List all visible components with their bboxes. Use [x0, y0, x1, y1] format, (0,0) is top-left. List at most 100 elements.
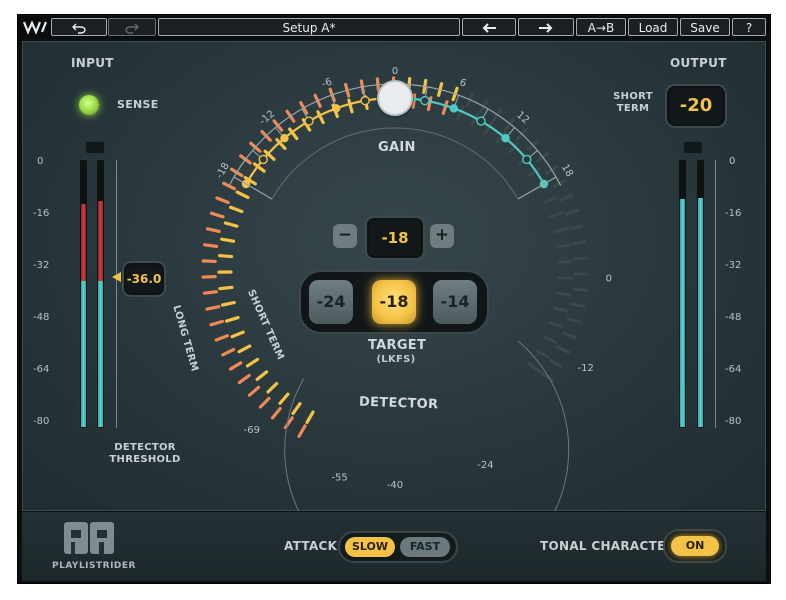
- gain-arc-dot: [331, 104, 341, 113]
- gain-plus-button[interactable]: +: [430, 224, 454, 248]
- undo-icon: [72, 23, 86, 34]
- detector-tick-label: 0: [606, 273, 612, 284]
- detector-short-term-led: [557, 275, 573, 280]
- gain-knob-handle[interactable]: [377, 80, 413, 116]
- detector-short-term-led: [555, 291, 571, 297]
- detector-inner-guide: [284, 340, 570, 512]
- gain-arc-dot: [449, 104, 459, 113]
- detector-short-term-led: [230, 330, 245, 339]
- attack-label: ATTACK: [284, 539, 338, 553]
- help-button[interactable]: ?: [732, 18, 766, 36]
- detector-long-term-led: [205, 227, 221, 234]
- detector-long-term-led: [203, 243, 219, 248]
- undo-button[interactable]: [51, 18, 107, 36]
- detector-short-term-led: [552, 227, 568, 234]
- redo-icon: [125, 23, 139, 34]
- detector-long-term-led: [237, 373, 251, 385]
- toolbar: Setup A* A→B Load Save ?: [18, 15, 770, 39]
- detector-short-term-led: [552, 306, 568, 313]
- gain-tick-label: -6: [321, 77, 334, 91]
- detector-short-term-led: [548, 211, 564, 219]
- target-label: TARGET: [368, 338, 427, 353]
- attack-fast-button[interactable]: FAST: [400, 537, 450, 557]
- gain-arc-tick: [482, 108, 489, 118]
- detector-label: DETECTOR: [358, 394, 439, 413]
- arrow-right-icon: [539, 23, 553, 33]
- detector-short-term-led: [527, 362, 541, 373]
- detector-long-term-led: [564, 208, 580, 216]
- detector-long-term-led: [573, 256, 589, 261]
- detector-long-term-led: [270, 406, 282, 420]
- prev-preset-button[interactable]: [462, 18, 516, 36]
- next-preset-button[interactable]: [518, 18, 574, 36]
- detector-tick-label: -69: [244, 425, 260, 436]
- tonal-character-label: TONAL CHARACTER: [540, 539, 676, 553]
- detector-long-term-led: [571, 240, 587, 246]
- detector-short-term-led: [224, 315, 240, 323]
- detector-short-term-led: [557, 259, 573, 264]
- detector-tick-label: -40: [387, 480, 403, 491]
- plugin-window: Setup A* A→B Load Save ? INPUT SENSE 0 -…: [17, 14, 771, 584]
- detector-long-term-led: [209, 319, 225, 327]
- detector-tick-label: -24: [477, 460, 493, 471]
- detector-short-term-led: [542, 335, 558, 344]
- detector-long-term-led: [258, 396, 271, 409]
- target-option-18[interactable]: -18: [372, 280, 416, 324]
- gain-arc-dot: [360, 95, 370, 106]
- detector-long-term-led: [221, 347, 236, 357]
- detector-short-term-led: [223, 221, 239, 228]
- load-button[interactable]: Load: [628, 18, 678, 36]
- detector-short-term-led: [542, 195, 557, 205]
- ab-compare-button[interactable]: A→B: [576, 18, 626, 36]
- detector-long-term-led: [568, 224, 584, 231]
- detector-short-term-led: [245, 357, 260, 368]
- attack-slow-button[interactable]: SLOW: [345, 537, 395, 557]
- detector-short-term-led: [441, 100, 449, 115]
- detector-long-term-led: [570, 302, 586, 308]
- target-option-24[interactable]: -24: [309, 280, 353, 324]
- detector-short-term-led: [347, 98, 354, 114]
- gain-tick-label: -12: [258, 108, 278, 127]
- detector-long-term-led: [209, 211, 225, 219]
- detector-short-term-led: [237, 344, 252, 354]
- tonal-character-on-button[interactable]: ON: [671, 536, 719, 556]
- gain-tick-label: 18: [559, 162, 575, 179]
- gain-arc-end: [233, 176, 273, 200]
- gain-tick-label: -18: [214, 161, 232, 181]
- detector-long-term-led: [201, 259, 217, 264]
- detector-short-term-led: [278, 392, 290, 405]
- gain-arc-tick: [507, 127, 515, 136]
- detector-long-term-led: [214, 334, 230, 342]
- gain-arc-dot: [258, 154, 268, 165]
- detector-short-term-led: [220, 237, 236, 243]
- tonal-character-toggle: ON: [663, 529, 727, 563]
- playlistrider-logo-icon: [64, 522, 114, 554]
- detector-long-term-led: [228, 361, 243, 371]
- detector-short-term-led: [266, 381, 279, 394]
- detector-short-term-led: [218, 285, 234, 291]
- detector-long-term-led: [572, 287, 588, 292]
- gain-arc-tick: [529, 150, 538, 158]
- detector-long-term-led: [222, 181, 236, 191]
- detector-tick-label: -12: [578, 363, 594, 374]
- detector-short-term-led: [217, 253, 234, 259]
- target-option-14[interactable]: -14: [433, 280, 477, 324]
- gain-arc-inner: [271, 127, 519, 200]
- waves-logo-icon: [22, 20, 48, 35]
- save-button[interactable]: Save: [680, 18, 730, 36]
- gain-arc-dot: [476, 116, 486, 126]
- redo-button[interactable]: [108, 18, 156, 36]
- detector-long-term-led: [561, 331, 577, 339]
- gain-arc-dot: [420, 95, 430, 106]
- detector-long-term-led: [205, 305, 221, 311]
- gain-arc-dot: [304, 116, 314, 126]
- gain-label: GAIN: [378, 140, 416, 155]
- gain-minus-button[interactable]: −: [333, 224, 357, 248]
- setup-name-display[interactable]: Setup A*: [158, 18, 460, 36]
- detector-short-term-led: [555, 243, 571, 249]
- gain-arc-dot: [280, 134, 289, 143]
- detector-short-term-led: [220, 301, 236, 307]
- gain-arc-dot: [501, 134, 510, 143]
- brand-name: PLAYLISTRIDER: [52, 561, 136, 571]
- detector-long-term-led: [566, 317, 582, 324]
